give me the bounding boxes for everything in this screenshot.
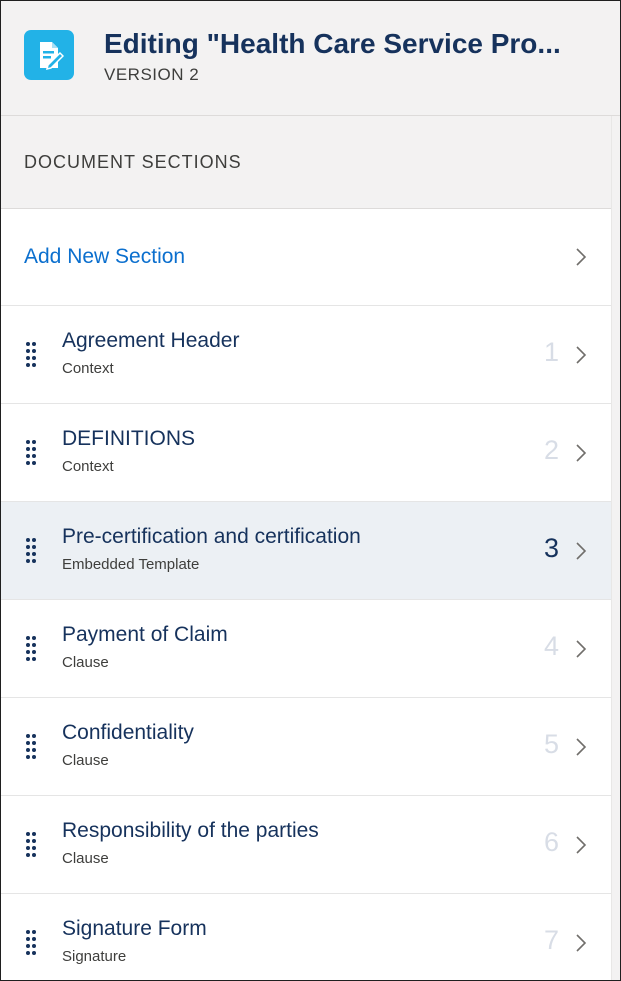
section-list: Agreement Header Context 1 DEFINITIONS Conte… xyxy=(1,306,611,980)
section-row[interactable]: Confidentiality Clause 5 xyxy=(1,698,611,796)
section-title: Confidentiality xyxy=(62,721,194,744)
editor-panel: Editing "Health Care Service Pro... VERS… xyxy=(0,0,621,981)
section-number: 7 xyxy=(543,925,559,955)
drag-handle-icon[interactable] xyxy=(25,929,37,955)
sections-heading: DOCUMENT SECTIONS xyxy=(1,116,611,209)
section-type: Signature xyxy=(62,948,127,965)
page-header: Editing "Health Care Service Pro... VERS… xyxy=(1,1,620,116)
chevron-right-icon xyxy=(576,248,587,266)
section-number: 1 xyxy=(543,337,559,367)
section-row[interactable]: Payment of Claim Clause 4 xyxy=(1,600,611,698)
section-number: 6 xyxy=(543,827,559,857)
chevron-right-icon xyxy=(576,933,587,952)
chevron-right-icon xyxy=(576,639,587,658)
section-number: 2 xyxy=(543,435,559,465)
document-edit-icon xyxy=(24,30,74,80)
document-sections-panel: DOCUMENT SECTIONS Add New Section Agreem… xyxy=(1,116,611,980)
chevron-right-icon xyxy=(576,345,587,364)
section-number: 5 xyxy=(543,729,559,759)
version-label: VERSION 2 xyxy=(104,65,200,84)
section-type: Context xyxy=(62,458,114,475)
section-row[interactable]: Responsibility of the parties Clause 6 xyxy=(1,796,611,894)
section-type: Context xyxy=(62,360,114,377)
drag-handle-icon[interactable] xyxy=(25,733,37,759)
section-type: Embedded Template xyxy=(62,556,200,573)
section-type: Clause xyxy=(62,752,109,769)
scroll-rail[interactable] xyxy=(611,116,620,980)
page-title: Editing "Health Care Service Pro... xyxy=(104,29,561,59)
section-number: 4 xyxy=(543,631,559,661)
section-title: Agreement Header xyxy=(62,329,240,352)
chevron-right-icon xyxy=(576,737,587,756)
section-title: Payment of Claim xyxy=(62,623,228,646)
section-title: Responsibility of the parties xyxy=(62,819,319,842)
add-new-section-button[interactable]: Add New Section xyxy=(1,209,611,306)
drag-handle-icon[interactable] xyxy=(25,341,37,367)
chevron-right-icon xyxy=(576,541,587,560)
section-type: Clause xyxy=(62,850,109,867)
sections-heading-label: DOCUMENT SECTIONS xyxy=(24,151,242,172)
section-row[interactable]: Agreement Header Context 1 xyxy=(1,306,611,404)
section-row[interactable]: Pre-certification and certification Embed… xyxy=(1,502,611,600)
drag-handle-icon[interactable] xyxy=(25,537,37,563)
drag-handle-icon[interactable] xyxy=(25,439,37,465)
section-title: Signature Form xyxy=(62,917,207,940)
drag-handle-icon[interactable] xyxy=(25,635,37,661)
drag-handle-icon[interactable] xyxy=(25,831,37,857)
section-row[interactable]: DEFINITIONS Context 2 xyxy=(1,404,611,502)
section-type: Clause xyxy=(62,654,109,671)
add-new-section-label: Add New Section xyxy=(24,245,186,268)
chevron-right-icon xyxy=(576,835,587,854)
section-title: DEFINITIONS xyxy=(62,427,196,450)
section-title: Pre-certification and certification xyxy=(62,525,361,548)
chevron-right-icon xyxy=(576,443,587,462)
section-row[interactable]: Signature Form Signature 7 xyxy=(1,894,611,980)
section-number: 3 xyxy=(543,533,559,563)
